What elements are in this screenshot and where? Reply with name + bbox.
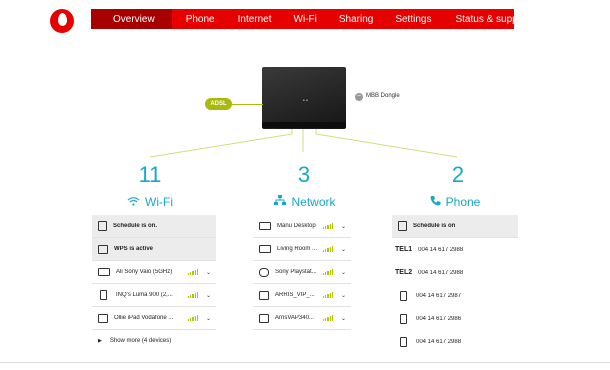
list-item[interactable]: Sony Playstat... ⌄ [253, 261, 351, 284]
list-item[interactable]: ARRIS_VIP_... ⌄ [253, 284, 351, 307]
triangle-right-icon: ▶ [98, 338, 102, 344]
chevron-down-icon[interactable]: ⌄ [206, 269, 214, 276]
chevron-down-icon[interactable]: ⌄ [341, 269, 349, 276]
list-item[interactable]: TEL2 004 14 617 2988 [392, 261, 518, 284]
gamepad-icon [259, 267, 269, 277]
settop-icon [259, 290, 269, 300]
monitor-icon [259, 245, 271, 253]
network-icon [274, 195, 287, 209]
chevron-down-icon[interactable]: ⌄ [341, 223, 349, 230]
signal-icon [323, 315, 334, 321]
list-item[interactable]: Manu Desktop ⌄ [253, 215, 351, 238]
minus-icon: − [355, 93, 363, 101]
mbb-dongle-label[interactable]: MBB Dongle [366, 93, 400, 99]
tablet-icon [98, 313, 108, 323]
router-base [262, 122, 346, 128]
signal-icon [323, 223, 334, 229]
wifi-icon [127, 195, 140, 209]
chevron-down-icon[interactable]: ⌄ [206, 315, 214, 322]
wifi-count: 11 [138, 162, 162, 187]
calendar-icon [98, 221, 107, 231]
wps-icon [98, 244, 108, 254]
list-item[interactable]: Living Room ... ⌄ [253, 238, 351, 261]
show-more-devices[interactable]: ▶ Show more (4 devices) [92, 330, 216, 352]
mobile-icon [400, 290, 407, 301]
chevron-down-icon[interactable]: ⌄ [341, 315, 349, 322]
list-item[interactable]: 004 14 617 2986 [392, 307, 518, 330]
phone-list: Schedule is on TEL1 004 14 617 2988 TEL2… [392, 215, 518, 353]
signal-icon [323, 292, 334, 298]
network-section-title[interactable]: Network [260, 195, 350, 209]
phone-count: 2 [451, 162, 465, 187]
list-item[interactable]: ArrisVAP340... ⌄ [253, 307, 351, 330]
footer-divider [0, 362, 610, 363]
phone-section-title[interactable]: Phone [415, 195, 495, 209]
signal-icon [188, 269, 199, 275]
adsl-badge[interactable]: ADSL [205, 98, 232, 110]
router-leds: • • [303, 98, 308, 104]
list-item[interactable]: Schedule is on. [92, 215, 216, 238]
list-item[interactable]: WPS is active [92, 238, 216, 261]
settop-icon [259, 313, 269, 323]
signal-icon [323, 246, 334, 252]
list-item[interactable]: TEL1 004 14 617 2988 [392, 238, 518, 261]
chevron-down-icon[interactable]: ⌄ [206, 292, 214, 299]
network-list: Manu Desktop ⌄ Living Room ... ⌄ Sony Pl… [253, 215, 351, 330]
phone-handset-icon [430, 195, 441, 209]
list-item[interactable]: INQ's Luma 900 (2,... ⌄ [92, 284, 216, 307]
chevron-down-icon[interactable]: ⌄ [341, 292, 349, 299]
signal-icon [188, 292, 199, 298]
signal-icon [323, 269, 334, 275]
mobile-icon [400, 336, 407, 347]
list-item[interactable]: 004 14 617 2987 [392, 284, 518, 307]
list-item[interactable]: 004 14 617 2988 [392, 330, 518, 353]
mobile-icon [400, 313, 407, 324]
network-count: 3 [297, 162, 311, 187]
calendar-icon [398, 221, 407, 231]
signal-icon [188, 315, 199, 321]
phone-icon [100, 290, 107, 300]
wifi-list: Schedule is on. WPS is active Ali Sony V… [92, 215, 216, 352]
laptop-icon [98, 268, 110, 276]
adsl-connector [230, 104, 263, 105]
wifi-section-title[interactable]: Wi-Fi [110, 195, 190, 209]
laptop-icon [259, 222, 271, 230]
list-item[interactable]: Schedule is on [392, 215, 518, 238]
list-item[interactable]: Ollie iPad Vodafone ... ⌄ [92, 307, 216, 330]
list-item[interactable]: Ali Sony Vaio (5GHz) ⌄ [92, 261, 216, 284]
chevron-down-icon[interactable]: ⌄ [341, 246, 349, 253]
